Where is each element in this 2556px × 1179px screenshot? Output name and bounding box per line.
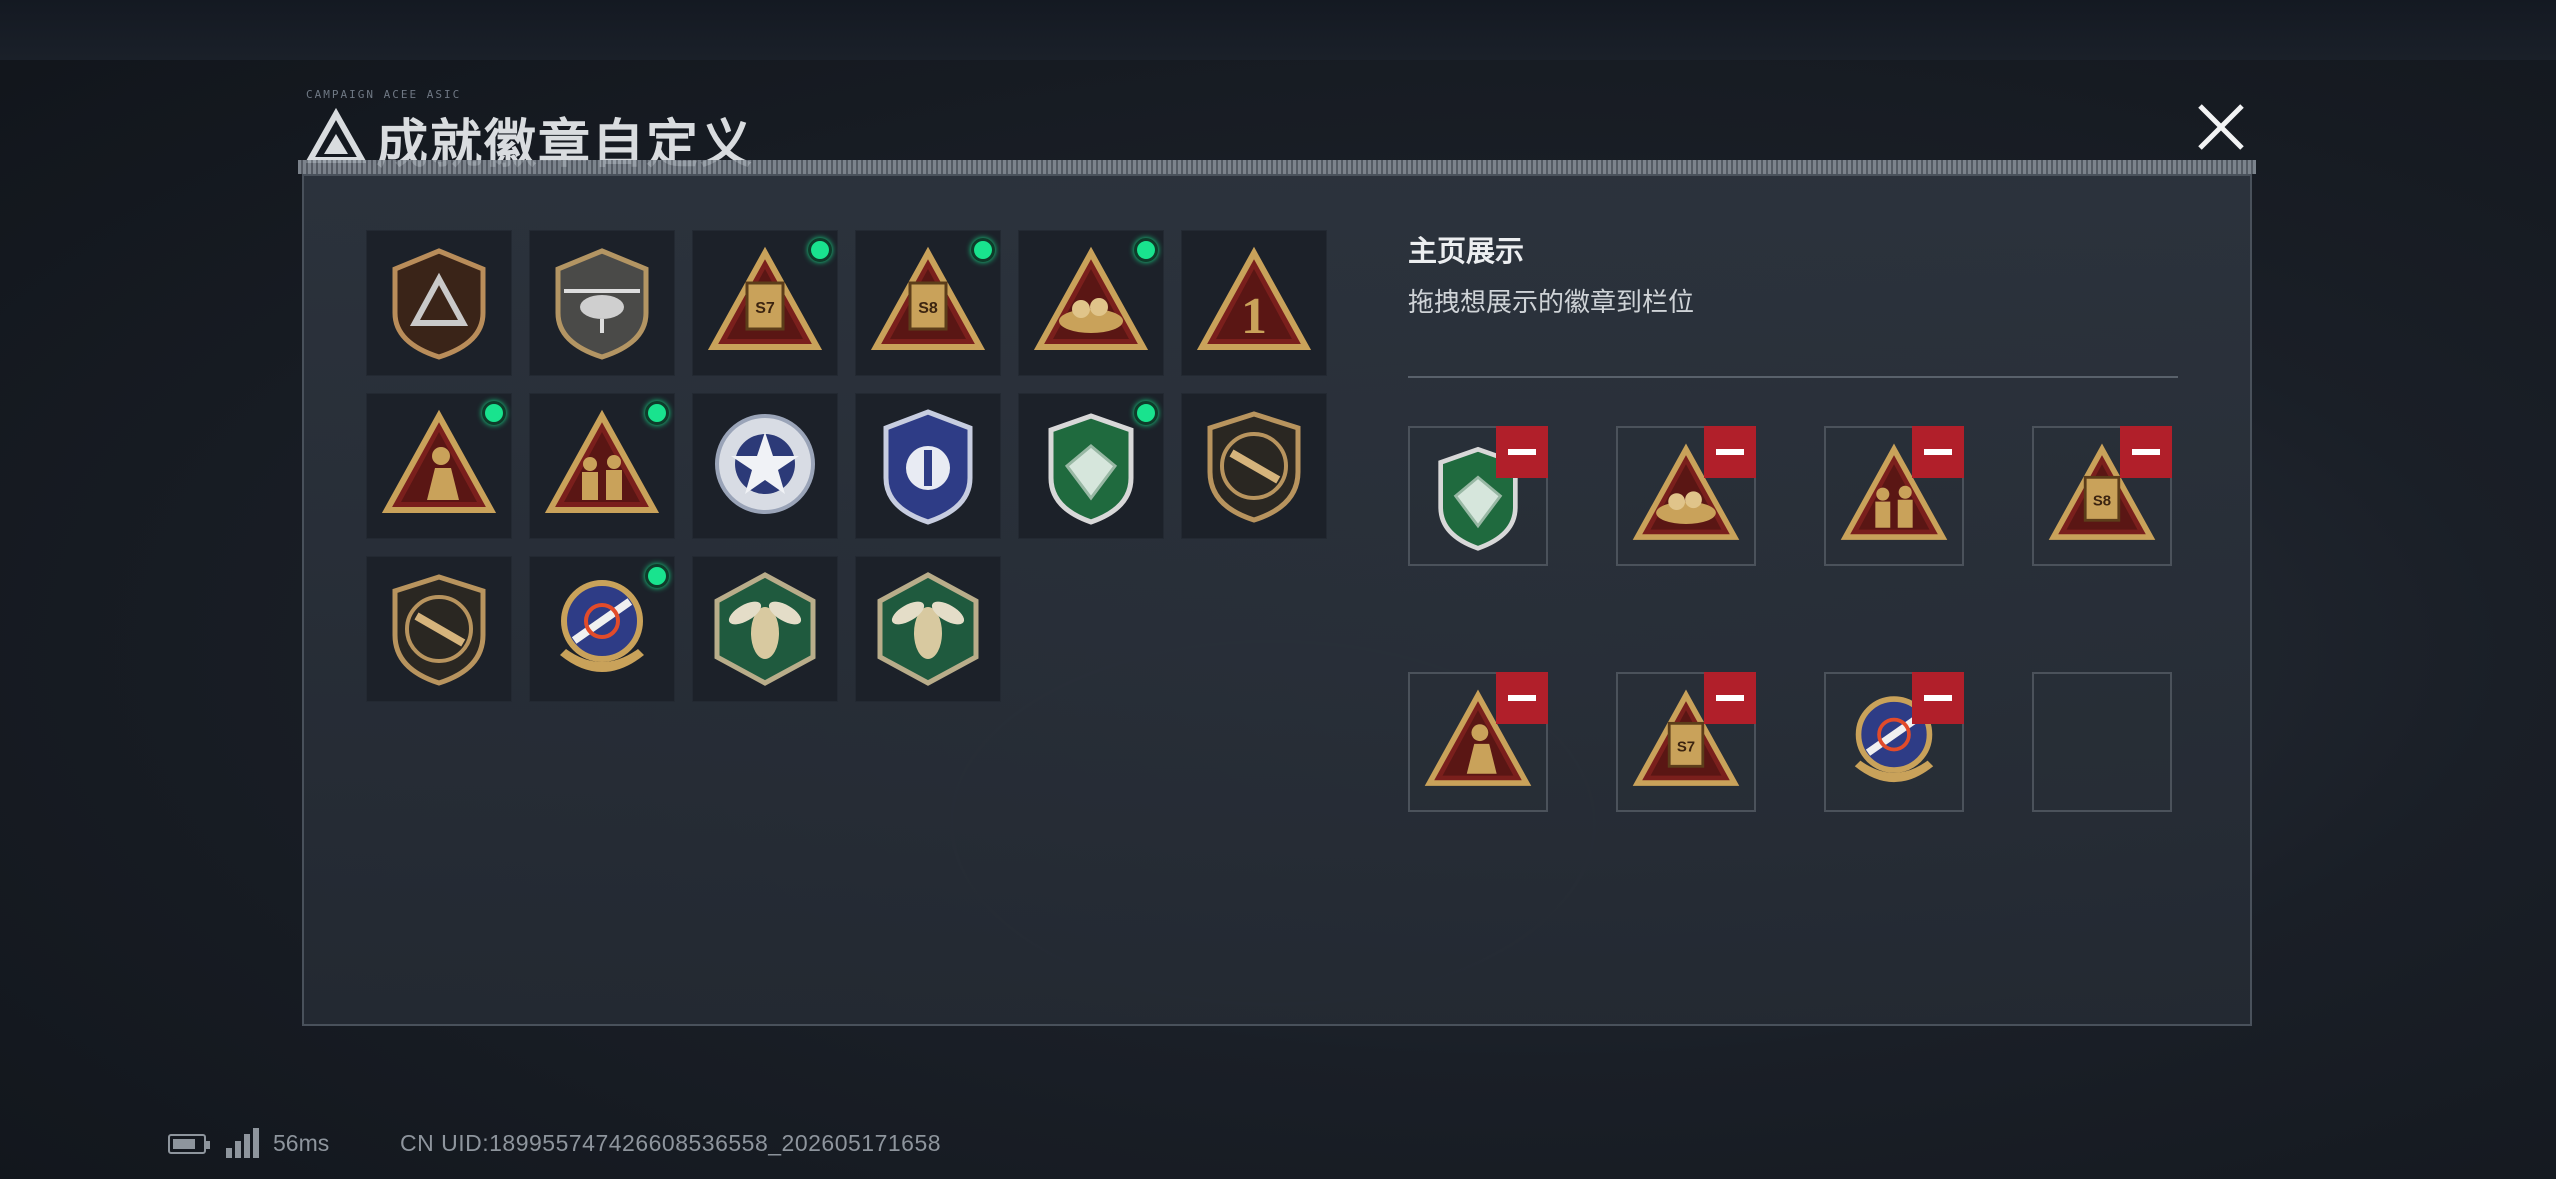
number-one-triangle-badge-icon: 1 xyxy=(1196,246,1312,350)
showcase-slot[interactable] xyxy=(1408,426,1548,566)
blue-star-wreath-badge-icon xyxy=(715,414,815,514)
svg-text:S8: S8 xyxy=(2093,492,2111,509)
ping-readout: 56ms xyxy=(273,1130,330,1156)
badge-cell[interactable] xyxy=(855,393,1001,539)
showcase-slot[interactable] xyxy=(1408,672,1548,812)
user-uid: CN UID:1899557474266085365​58_2026051716… xyxy=(400,1130,942,1156)
ammo-box-s7-triangle-badge-icon: S7 xyxy=(707,246,823,350)
showcase-title: 主页展示 xyxy=(1408,236,1525,268)
hornet-hexagon-badge-alt-icon xyxy=(877,572,979,686)
showcase-slot[interactable]: S8 xyxy=(2032,426,2172,566)
new-indicator-dot xyxy=(1134,238,1158,262)
squad-soldiers-triangle-badge-icon xyxy=(544,409,660,513)
remove-badge-button[interactable] xyxy=(1912,672,1964,724)
badge-cell[interactable] xyxy=(366,393,512,539)
crossed-rockets-laurel-badge-icon xyxy=(560,580,644,672)
showcase-slot[interactable] xyxy=(1616,426,1756,566)
showcase-subtitle: 拖拽想展示的徽章到栏位 xyxy=(1408,287,1695,317)
badge-cell[interactable] xyxy=(366,556,512,702)
battery-icon xyxy=(168,1134,210,1154)
close-icon[interactable] xyxy=(2186,92,2256,162)
signal-icon xyxy=(226,1128,260,1158)
badge-cell[interactable]: S7 xyxy=(692,230,838,376)
new-indicator-dot xyxy=(645,401,669,425)
badge-cell[interactable]: 1 xyxy=(1181,230,1327,376)
showcase-slot-empty[interactable] xyxy=(2032,672,2172,812)
header-deco-text: CAMPAIGN ACEE ASIC xyxy=(306,88,462,101)
badge-cell[interactable] xyxy=(692,393,838,539)
triangle-logo-icon xyxy=(306,108,366,163)
new-indicator-dot xyxy=(1134,401,1158,425)
badge-cell[interactable] xyxy=(855,556,1001,702)
badge-cell[interactable] xyxy=(692,556,838,702)
badge-cell[interactable] xyxy=(529,393,675,539)
header-divider-bar xyxy=(298,160,2256,174)
badge-cell[interactable] xyxy=(1181,393,1327,539)
top-strip xyxy=(0,0,2556,60)
remove-badge-button[interactable] xyxy=(1496,426,1548,478)
new-indicator-dot xyxy=(482,401,506,425)
customization-panel: S7 S8 1 主页展示 拖拽想展示的徽章到栏位 S8 S7 xyxy=(302,174,2252,1026)
remove-badge-button[interactable] xyxy=(1496,672,1548,724)
new-indicator-dot xyxy=(971,238,995,262)
remove-badge-button[interactable] xyxy=(1704,426,1756,478)
svg-text:1: 1 xyxy=(1241,288,1267,345)
helicopter-shield-badge-icon xyxy=(555,248,649,360)
status-bar: 56ms CN UID:1899557474266085365​58_20260… xyxy=(168,1128,1068,1162)
svg-text:S7: S7 xyxy=(755,300,775,317)
rifle-round-shield-badge-icon xyxy=(1207,411,1301,523)
triangle-emblem-shield-badge-icon xyxy=(392,248,486,360)
svg-text:S7: S7 xyxy=(1677,738,1695,755)
kneeling-soldier-triangle-badge-icon xyxy=(381,409,497,513)
smg-round-shield-badge-icon xyxy=(392,574,486,686)
dialog-header: CAMPAIGN ACEE ASIC 成就徽章自定义 xyxy=(296,88,2256,175)
badge-cell[interactable] xyxy=(529,230,675,376)
new-indicator-dot xyxy=(808,238,832,262)
ammo-box-s8-triangle-badge-icon: S8 xyxy=(870,246,986,350)
showcase-divider xyxy=(1408,376,2178,378)
hornet-hexagon-badge-icon xyxy=(714,572,816,686)
showcase-slot[interactable] xyxy=(1824,426,1964,566)
badge-cell[interactable] xyxy=(366,230,512,376)
blue-wing-shield-badge-icon xyxy=(883,409,973,525)
showcase-slot[interactable]: S7 xyxy=(1616,672,1756,812)
remove-badge-button[interactable] xyxy=(1912,426,1964,478)
remove-badge-button[interactable] xyxy=(1704,672,1756,724)
remove-badge-button[interactable] xyxy=(2120,426,2172,478)
showcase-slot[interactable] xyxy=(1824,672,1964,812)
green-diamond-shield-badge-icon xyxy=(1048,413,1134,525)
badge-cell[interactable] xyxy=(1018,230,1164,376)
new-indicator-dot xyxy=(645,564,669,588)
badge-cell[interactable] xyxy=(1018,393,1164,539)
svg-text:S8: S8 xyxy=(918,300,938,317)
showcase-section: 主页展示 拖拽想展示的徽章到栏位 S8 S7 xyxy=(1408,228,2178,812)
nest-eggs-triangle-badge-icon xyxy=(1033,246,1149,350)
badge-cell[interactable] xyxy=(529,556,675,702)
badge-cell[interactable]: S8 xyxy=(855,230,1001,376)
